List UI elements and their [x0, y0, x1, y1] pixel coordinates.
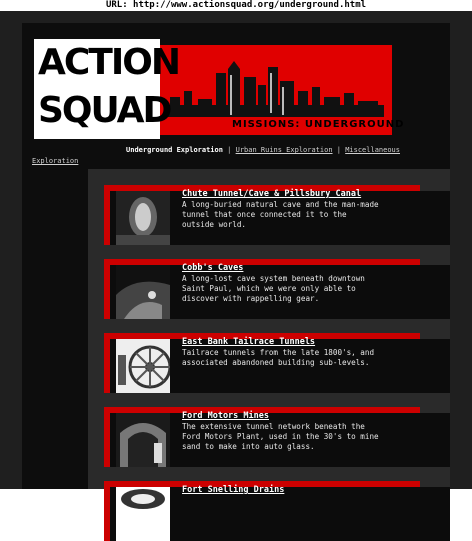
logo-subtitle: MISSIONS: UNDERGROUND — [232, 119, 405, 130]
section-navigation: Underground Exploration | Urban Ruins Ex… — [32, 145, 440, 167]
nav-separator: | — [227, 146, 232, 154]
tailrace-tunnels-thumbnail[interactable] — [116, 339, 170, 393]
chute-tunnel-thumbnail[interactable] — [116, 191, 170, 245]
card-title[interactable]: Fort Snelling Drains — [182, 485, 284, 495]
card-description: A long-lost cave system beneath downtown… — [182, 274, 365, 303]
cobbs-caves-thumbnail[interactable] — [116, 265, 170, 319]
nav-link-urban-ruins[interactable]: Urban Ruins Exploration — [236, 146, 333, 154]
mission-card-tailrace-tunnels[interactable]: East Bank Tailrace Tunnels Tailrace tunn… — [104, 333, 450, 393]
mission-card-fort-snelling[interactable]: Fort Snelling Drains — [104, 481, 450, 541]
card-title[interactable]: East Bank Tailrace Tunnels — [182, 337, 315, 347]
fort-snelling-thumbnail[interactable] — [116, 487, 170, 541]
card-description: The extensive tunnel network beneath the… — [182, 422, 379, 451]
card-description: A long-buried natural cave and the man-m… — [182, 200, 379, 229]
card-title[interactable]: Ford Motors Mines — [182, 411, 269, 421]
logo-wordmark: ACTION SQUAD — [34, 39, 181, 139]
nav-link-miscellaneous[interactable]: Miscellaneous — [345, 146, 400, 154]
card-description: Tailrace tunnels from the late 1800's, a… — [182, 348, 375, 367]
mission-list: Chute Tunnel/Cave & Pillsbury Canal A lo… — [88, 169, 450, 541]
url-bar: URL: http://www.actionsquad.org/undergro… — [0, 0, 472, 11]
nav-link-miscellaneous-cont[interactable]: Exploration — [32, 157, 78, 165]
page-background: ACTION SQUAD MISSIONS: UNDERGROUND Under… — [0, 11, 472, 541]
mission-card-chute-tunnel[interactable]: Chute Tunnel/Cave & Pillsbury Canal A lo… — [104, 185, 450, 245]
city-skyline-image — [164, 61, 384, 117]
card-title[interactable]: Cobb's Caves — [182, 263, 243, 273]
nav-separator: | — [336, 146, 341, 154]
logo-word-squad: SQUAD — [38, 90, 172, 131]
mission-card-cobbs-caves[interactable]: Cobb's Caves A long-lost cave system ben… — [104, 259, 450, 319]
main-panel: ACTION SQUAD MISSIONS: UNDERGROUND Under… — [22, 23, 450, 541]
ford-mines-thumbnail[interactable] — [116, 413, 170, 467]
nav-current-underground: Underground Exploration — [126, 146, 223, 154]
card-title[interactable]: Chute Tunnel/Cave & Pillsbury Canal — [182, 189, 361, 199]
logo-word-action: ACTION — [38, 42, 181, 83]
action-squad-logo[interactable]: ACTION SQUAD MISSIONS: UNDERGROUND — [34, 39, 404, 139]
mission-card-ford-mines[interactable]: Ford Motors Mines The extensive tunnel n… — [104, 407, 450, 467]
